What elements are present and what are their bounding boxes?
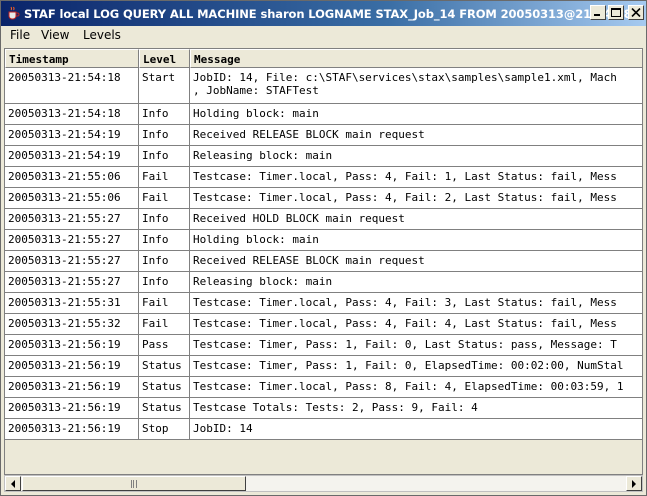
cell-timestamp: 20050313-21:55:27	[5, 209, 139, 230]
cell-level: Info	[139, 209, 190, 230]
table-row[interactable]: 20050313-21:54:19 Info Received RELEASE BL…	[5, 125, 642, 146]
cell-message: Testcase: Timer.local, Pass: 4, Fail: 4,…	[190, 314, 642, 335]
cell-timestamp: 20050313-21:55:06	[5, 188, 139, 209]
table-row[interactable]: 20050313-21:55:06 Fail Testcase: Timer.loc…	[5, 167, 642, 188]
maximize-icon	[611, 8, 621, 17]
column-header-timestamp[interactable]: Timestamp	[5, 49, 139, 68]
table-row[interactable]: 20050313-21:54:19 Info Releasing block: ma…	[5, 146, 642, 167]
cell-level: Status	[139, 398, 190, 419]
arrow-right-icon	[632, 480, 636, 488]
table-row[interactable]: 20050313-21:55:32 Fail Testcase: Timer.loc…	[5, 314, 642, 335]
cell-message: Received RELEASE BLOCK main request	[190, 125, 642, 146]
table-row[interactable]: 20050313-21:55:27 Info Received RELEASE BL…	[5, 251, 642, 272]
cell-level: Fail	[139, 314, 190, 335]
menu-bar: File View Levels	[1, 26, 646, 46]
table-row[interactable]: 20050313-21:55:06 Fail Testcase: Timer.loc…	[5, 188, 642, 209]
cell-level: Info	[139, 104, 190, 125]
java-cup-icon	[6, 6, 20, 20]
arrow-left-icon	[11, 480, 15, 488]
log-query-window: STAF local LOG QUERY ALL MACHINE sharon …	[0, 0, 647, 496]
menu-levels[interactable]: Levels	[83, 28, 121, 42]
minimize-icon	[594, 14, 600, 16]
cell-timestamp: 20050313-21:56:19	[5, 398, 139, 419]
table-row[interactable]: 20050313-21:55:27 Info Holding block: main	[5, 230, 642, 251]
cell-level: Start	[139, 68, 190, 104]
cell-level: Fail	[139, 167, 190, 188]
column-header-message[interactable]: Message	[190, 49, 642, 68]
table-row[interactable]: 20050313-21:55:31 Fail Testcase: Timer.loc…	[5, 293, 642, 314]
cell-timestamp: 20050313-21:55:27	[5, 230, 139, 251]
cell-message: Holding block: main	[190, 230, 642, 251]
cell-timestamp: 20050313-21:54:19	[5, 146, 139, 167]
table-row[interactable]: 20050313-21:56:19 Stop JobID: 14	[5, 419, 642, 440]
cell-message: Testcase: Timer.local, Pass: 8, Fail: 4,…	[190, 377, 642, 398]
cell-timestamp: 20050313-21:56:19	[5, 356, 139, 377]
cell-timestamp: 20050313-21:54:19	[5, 125, 139, 146]
cell-timestamp: 20050313-21:54:18	[5, 68, 139, 104]
table-row[interactable]: 20050313-21:55:27 Info Releasing block: ma…	[5, 272, 642, 293]
table-row[interactable]: 20050313-21:56:19 Status Testcase: Timer.l…	[5, 377, 642, 398]
cell-message: Holding block: main	[190, 104, 642, 125]
maximize-button[interactable]	[608, 5, 624, 20]
cell-timestamp: 20050313-21:56:19	[5, 377, 139, 398]
cell-message: JobID: 14	[190, 419, 642, 440]
log-table: Timestamp Level Message 20050313-21:54:1…	[4, 48, 643, 475]
cell-message: Releasing block: main	[190, 146, 642, 167]
title-bar[interactable]: STAF local LOG QUERY ALL MACHINE sharon …	[1, 1, 646, 26]
cell-timestamp: 20050313-21:55:32	[5, 314, 139, 335]
scroll-right-button[interactable]	[626, 476, 642, 491]
cell-timestamp: 20050313-21:56:19	[5, 335, 139, 356]
cell-level: Stop	[139, 419, 190, 440]
cell-message: Received HOLD BLOCK main request	[190, 209, 642, 230]
cell-message: Testcase: Timer.local, Pass: 4, Fail: 3,…	[190, 293, 642, 314]
menu-file[interactable]: File	[10, 28, 30, 42]
cell-level: Info	[139, 125, 190, 146]
menu-view[interactable]: View	[41, 28, 69, 42]
cell-level: Info	[139, 251, 190, 272]
close-button[interactable]	[628, 5, 644, 20]
horizontal-scrollbar[interactable]	[4, 475, 643, 492]
cell-level: Pass	[139, 335, 190, 356]
cell-level: Fail	[139, 188, 190, 209]
window-title: STAF local LOG QUERY ALL MACHINE sharon …	[24, 7, 632, 21]
scroll-left-button[interactable]	[5, 476, 21, 491]
cell-timestamp: 20050313-21:55:31	[5, 293, 139, 314]
cell-message: JobID: 14, File: c:\STAF\services\stax\s…	[190, 68, 642, 104]
cell-message: Testcase: Timer.local, Pass: 4, Fail: 2,…	[190, 188, 642, 209]
cell-message: Testcase: Timer, Pass: 1, Fail: 0, Elaps…	[190, 356, 642, 377]
table-row[interactable]: 20050313-21:54:18 Info Holding block: main	[5, 104, 642, 125]
cell-level: Info	[139, 146, 190, 167]
cell-level: Info	[139, 230, 190, 251]
minimize-button[interactable]	[590, 5, 606, 20]
table-row[interactable]: 20050313-21:55:27 Info Received HOLD BLOCK…	[5, 209, 642, 230]
cell-message: Testcase Totals: Tests: 2, Pass: 9, Fail…	[190, 398, 642, 419]
close-icon	[631, 8, 641, 17]
column-header-level[interactable]: Level	[139, 49, 190, 68]
table-row[interactable]: 20050313-21:54:18 Start JobID: 14, File: c…	[5, 68, 642, 104]
table-row[interactable]: 20050313-21:56:19 Status Testcase Totals: …	[5, 398, 642, 419]
cell-message: Received RELEASE BLOCK main request	[190, 251, 642, 272]
scroll-thumb[interactable]	[22, 476, 246, 491]
cell-message: Testcase: Timer.local, Pass: 4, Fail: 1,…	[190, 167, 642, 188]
table-row[interactable]: 20050313-21:56:19 Pass Testcase: Timer, Pa…	[5, 335, 642, 356]
cell-message: Testcase: Timer, Pass: 1, Fail: 0, Last …	[190, 335, 642, 356]
cell-timestamp: 20050313-21:55:27	[5, 272, 139, 293]
cell-timestamp: 20050313-21:56:19	[5, 419, 139, 440]
table-row[interactable]: 20050313-21:56:19 Status Testcase: Timer, …	[5, 356, 642, 377]
cell-level: Info	[139, 272, 190, 293]
cell-timestamp: 20050313-21:55:27	[5, 251, 139, 272]
cell-timestamp: 20050313-21:55:06	[5, 167, 139, 188]
cell-level: Status	[139, 377, 190, 398]
cell-level: Status	[139, 356, 190, 377]
cell-timestamp: 20050313-21:54:18	[5, 104, 139, 125]
cell-message: Releasing block: main	[190, 272, 642, 293]
cell-level: Fail	[139, 293, 190, 314]
grip-icon	[131, 480, 137, 488]
